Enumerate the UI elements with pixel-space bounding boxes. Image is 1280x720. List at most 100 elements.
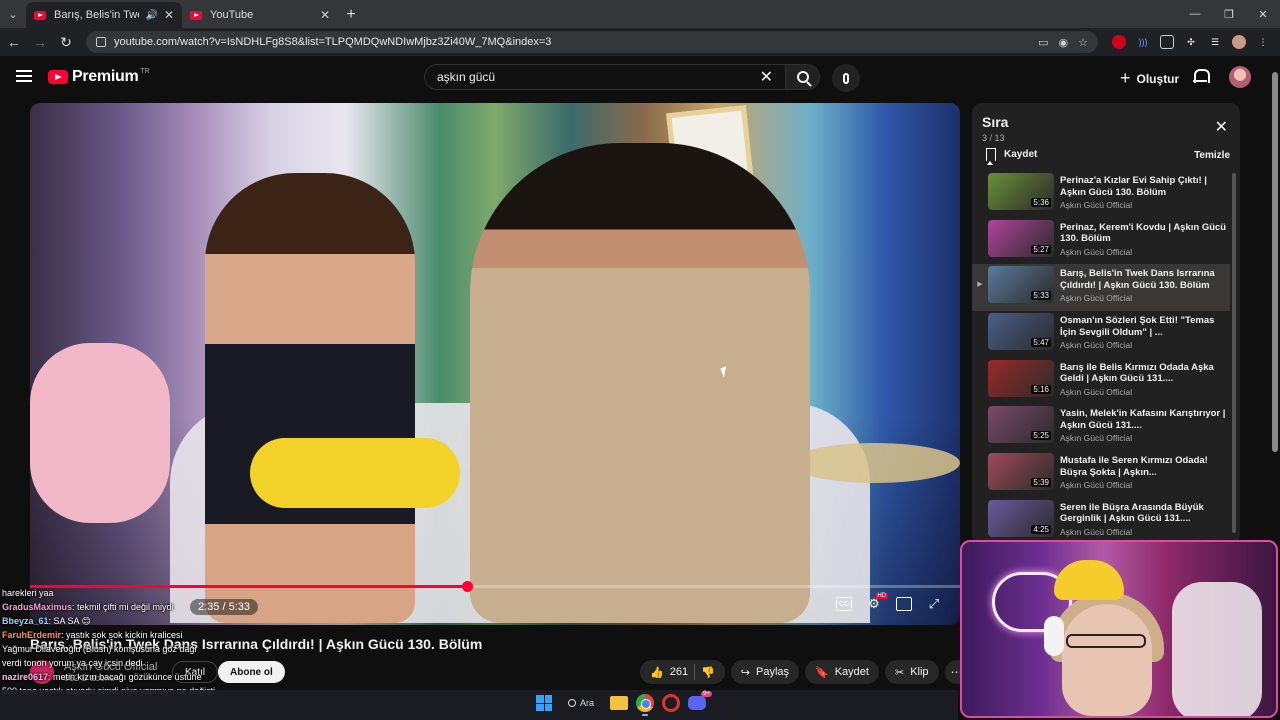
- notifications-bell-icon[interactable]: [1193, 69, 1210, 85]
- save-button[interactable]: 🔖 Kaydet: [805, 660, 879, 684]
- clip-button[interactable]: ✂ Klip: [884, 660, 939, 684]
- queue-item[interactable]: 5:39 Mustafa ile Seren Kırmızı Odada! Büş…: [972, 451, 1230, 498]
- player-controls-right: CC ⚙ HD ⤢: [836, 593, 942, 611]
- fullscreen-icon[interactable]: ⤢: [926, 596, 942, 611]
- create-button[interactable]: + Oluştur: [1120, 68, 1179, 89]
- video-thumbnail[interactable]: 5:25: [988, 406, 1054, 444]
- queue-item[interactable]: ▶ 5:33 Barış, Belis'in Twek Dans Isrrarına…: [972, 264, 1230, 312]
- settings-gear-icon[interactable]: ⚙ HD: [866, 593, 888, 611]
- video-thumbnail[interactable]: 5:16: [988, 359, 1054, 397]
- minimize-icon[interactable]: —: [1178, 0, 1212, 28]
- video-thumbnail[interactable]: 5:39: [988, 453, 1054, 491]
- video-thumbnail[interactable]: 5:36: [988, 173, 1054, 210]
- video-thumbnail[interactable]: 5:27: [988, 219, 1054, 257]
- youtube-play-logo-icon: [48, 70, 68, 84]
- extension-wave-icon[interactable]: ))): [1136, 35, 1150, 49]
- clear-search-icon[interactable]: ✕: [760, 67, 773, 87]
- queue-item-title[interactable]: Yasin, Melek'in Kafasını Karıştırıyor | …: [1060, 408, 1230, 431]
- tab-search-chevron-icon[interactable]: ⌄: [0, 0, 26, 28]
- extension-box-icon[interactable]: [1160, 35, 1174, 49]
- now-playing-marker: [972, 313, 988, 327]
- browser-tab-bar: ⌄ Barış, Belis'in Twek Dans Isr 🔊 ✕ YouT…: [0, 0, 1280, 28]
- search-input[interactable]: aşkın gücü ✕: [424, 64, 786, 90]
- browser-tab-active[interactable]: Barış, Belis'in Twek Dans Isr 🔊 ✕: [26, 2, 182, 28]
- bookmark-star-icon[interactable]: ☆: [1078, 36, 1088, 49]
- discord-icon[interactable]: 9+: [688, 691, 713, 710]
- headset: [1044, 616, 1064, 656]
- profile-icon[interactable]: [1232, 35, 1246, 49]
- subtitles-icon[interactable]: CC: [836, 597, 852, 611]
- forward-button[interactable]: →: [28, 30, 52, 54]
- divider: [694, 664, 696, 680]
- queue-item-channel: Aşkın Gücü Official: [1060, 246, 1133, 257]
- extension-red-icon[interactable]: [1112, 35, 1126, 49]
- discord-badge: 9+: [701, 691, 713, 697]
- queue-item[interactable]: 4:25 Seren ile Büşra Arasında Büyük Gergi…: [972, 498, 1230, 545]
- miniplayer-icon[interactable]: [896, 597, 912, 611]
- chat-user: Bbeyza_61: [2, 616, 49, 626]
- app-ring-icon[interactable]: [662, 694, 681, 712]
- back-button[interactable]: ←: [2, 30, 26, 54]
- queue-item-channel: Aşkın Gücü Official: [1060, 480, 1133, 491]
- queue-save-button[interactable]: Kaydet: [986, 148, 1037, 165]
- queue-scrollbar[interactable]: [1232, 173, 1236, 533]
- queue-item[interactable]: 5:25 Yasin, Melek'in Kafasını Karıştırıyo…: [972, 404, 1230, 451]
- windows-start-icon[interactable]: [536, 695, 552, 711]
- queue-clear-button[interactable]: Temizle: [1194, 150, 1230, 161]
- video-thumbnail[interactable]: 4:25: [988, 499, 1054, 537]
- search-button[interactable]: [786, 64, 820, 90]
- subscribe-button[interactable]: Abone ol: [218, 661, 285, 683]
- cast-icon[interactable]: ▭: [1038, 36, 1048, 49]
- browser-menu-icon[interactable]: ⋮: [1256, 35, 1270, 49]
- like-count[interactable]: 261: [670, 666, 688, 678]
- file-explorer-icon[interactable]: [610, 696, 629, 710]
- restore-icon[interactable]: ❐: [1212, 0, 1246, 28]
- queue-item[interactable]: 5:36 Perinaz'a Kızlar Evi Sahip Çıktı! | …: [972, 171, 1230, 218]
- queue-item-title[interactable]: Perinaz, Kerem'i Kovdu | Aşkın Gücü 130.…: [1060, 222, 1230, 245]
- queue-item[interactable]: 5:47 Osman'ın Sözleri Şok Etti! "Temas İç…: [972, 311, 1230, 358]
- browser-tab-youtube[interactable]: YouTube ✕: [182, 2, 338, 28]
- extensions-puzzle-icon[interactable]: ✣: [1184, 35, 1198, 49]
- queue-item[interactable]: 5:27 Perinaz, Kerem'i Kovdu | Aşkın Gücü …: [972, 218, 1230, 265]
- video-thumbnail[interactable]: 5:47: [988, 313, 1054, 351]
- queue-item-title[interactable]: Perinaz'a Kızlar Evi Sahip Çıktı! | Aşkı…: [1060, 175, 1230, 198]
- queue-item[interactable]: 5:16 Barış ile Belis Kırmızı Odada Aşka G…: [972, 358, 1230, 405]
- video-duration: 5:39: [1031, 478, 1051, 488]
- tab-close-icon[interactable]: ✕: [164, 8, 174, 22]
- close-window-icon[interactable]: ✕: [1246, 0, 1280, 28]
- scrollbar-thumb[interactable]: [1272, 72, 1278, 452]
- queue-item-title[interactable]: Seren ile Büşra Arasında Büyük Gerginlik…: [1060, 502, 1230, 525]
- video-player[interactable]: 2:35 / 5:33 CC ⚙ HD ⤢: [30, 103, 960, 625]
- hide-icon[interactable]: ◉: [1059, 36, 1069, 49]
- youtube-logo[interactable]: Premium TR: [48, 68, 150, 86]
- queue-position: 3 / 13: [982, 133, 1005, 143]
- site-info-icon[interactable]: [96, 37, 106, 47]
- queue-item-title[interactable]: Mustafa ile Seren Kırmızı Odada! Büşra Ş…: [1060, 455, 1230, 478]
- chat-user: FaruhErdemir: [2, 630, 62, 640]
- video-thumbnail[interactable]: 5:33: [988, 266, 1054, 304]
- queue-item-title[interactable]: Barış ile Belis Kırmızı Odada Aşka Geldi…: [1060, 362, 1230, 385]
- new-tab-button[interactable]: +: [338, 2, 364, 28]
- speaker-icon[interactable]: 🔊: [145, 10, 157, 21]
- taskbar-search-label: Ara: [580, 698, 595, 708]
- voice-search-button[interactable]: [832, 64, 860, 92]
- reading-list-icon[interactable]: ☰: [1208, 35, 1222, 49]
- queue-item-title[interactable]: Osman'ın Sözleri Şok Etti! "Temas İçin S…: [1060, 315, 1230, 338]
- tab-close-icon[interactable]: ✕: [320, 8, 330, 22]
- tab-title: YouTube: [210, 9, 254, 21]
- chat-message: FaruhErdemir: yastık sok sok kickin kral…: [2, 628, 217, 642]
- now-playing-marker: [972, 173, 988, 187]
- like-icon[interactable]: 👍: [650, 666, 664, 679]
- stream-chat-overlay: harekleri yaa GradusMaximus: tekmil çift…: [2, 586, 217, 698]
- hamburger-menu-icon[interactable]: [16, 70, 32, 82]
- address-bar[interactable]: youtube.com/watch?v=IsNDHLFg8S8&list=TLP…: [86, 31, 1098, 53]
- chrome-icon[interactable]: [636, 694, 655, 716]
- share-button[interactable]: ↪ Paylaş: [730, 660, 800, 684]
- region-code: TR: [140, 68, 150, 75]
- taskbar-search-button[interactable]: Ara: [560, 698, 602, 708]
- reload-button[interactable]: ↻: [54, 30, 78, 54]
- queue-item-title[interactable]: Barış, Belis'in Twek Dans Isrrarına Çıld…: [1060, 268, 1230, 291]
- close-queue-icon[interactable]: ✕: [1215, 117, 1228, 137]
- user-avatar[interactable]: [1229, 66, 1251, 88]
- dislike-icon[interactable]: 👎: [701, 666, 715, 679]
